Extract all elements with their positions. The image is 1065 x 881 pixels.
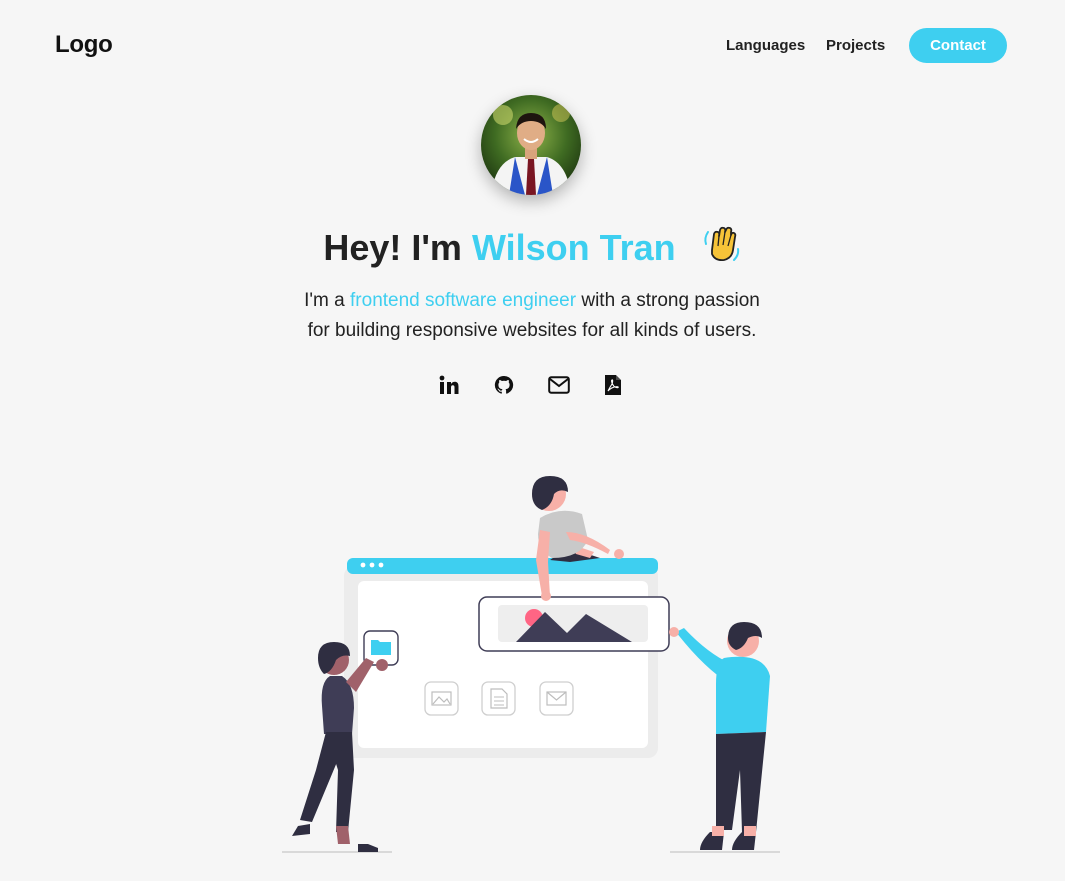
bio-prefix: I'm a [304,290,345,311]
bio-line2: for building responsive websites for all… [307,320,757,341]
bio-line1-suffix: with a strong passion [581,290,760,311]
logo[interactable]: Logo [55,31,113,59]
hero-headline: Hey! I'm Wilson Tran [0,224,1065,275]
hero-illustration [270,470,790,860]
nav-languages[interactable]: Languages [726,37,805,54]
github-icon[interactable] [491,372,517,398]
waving-hand-icon [700,224,742,275]
hero-greeting: Hey! I'm [323,227,462,268]
hero-name: Wilson Tran [471,227,676,268]
bio-role: frontend software engineer [350,290,577,311]
mail-icon[interactable] [546,372,572,398]
navbar: Logo Languages Projects Contact [0,0,1065,92]
nav-projects[interactable]: Projects [826,37,885,54]
hero-bio: I'm a frontend software engineer with a … [282,286,782,346]
pdf-icon[interactable] [600,372,626,398]
avatar [481,95,581,195]
contact-button[interactable]: Contact [909,28,1007,63]
linkedin-icon[interactable] [436,372,462,398]
